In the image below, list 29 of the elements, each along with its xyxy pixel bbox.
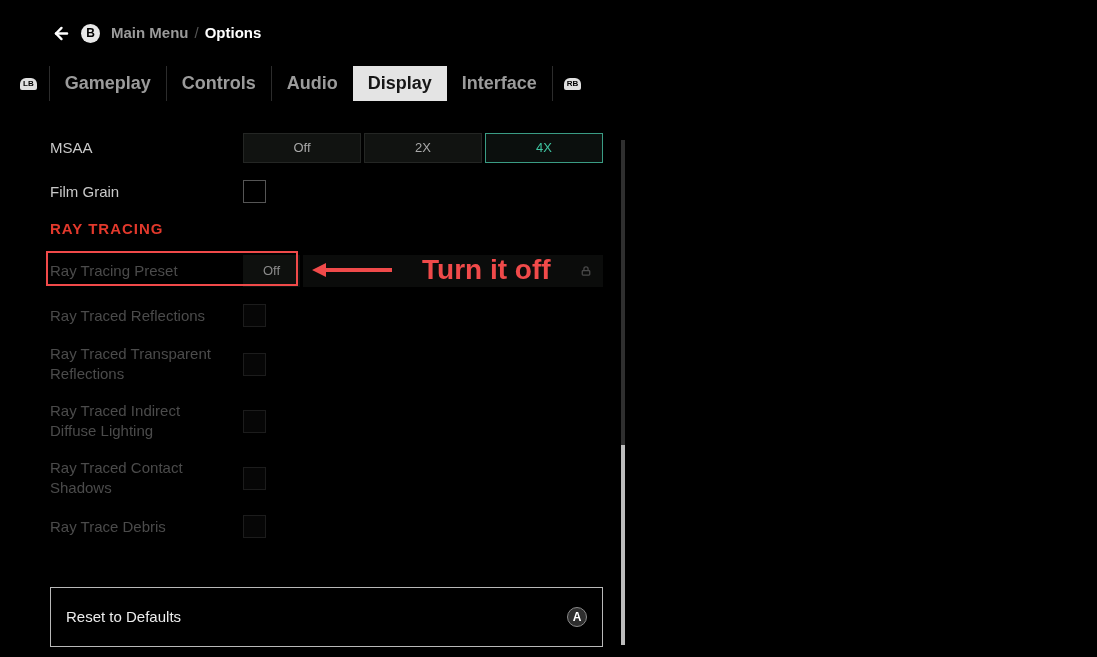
tab[interactable]: Audio (271, 66, 353, 101)
setting-label: Ray Tracing Preset (50, 261, 178, 281)
breadcrumb-separator: / (194, 22, 199, 43)
annotation-text: Turn it off (422, 253, 551, 287)
scrollbar[interactable] (621, 140, 625, 645)
tab[interactable]: Controls (166, 66, 271, 101)
setting-label: Ray Traced Indirect Diffuse Lighting (50, 401, 182, 441)
breadcrumb-item: Options (204, 22, 262, 43)
tab[interactable]: Display (352, 66, 447, 101)
setting-label: Ray Traced Transparent Reflections (50, 344, 212, 384)
segment-option[interactable]: 2X (364, 133, 482, 163)
segment-option[interactable]: 4X (485, 133, 603, 163)
setting-label: Ray Trace Debris (50, 516, 166, 537)
tab[interactable]: Gameplay (49, 66, 166, 101)
key-hint: A (567, 607, 587, 627)
setting-label: Ray Traced Reflections (50, 305, 206, 326)
reset-to-defaults-button[interactable]: Reset to Defaults A (50, 587, 603, 647)
key-hint: B (81, 23, 100, 43)
breadcrumb-item[interactable]: Main Menu (111, 21, 189, 45)
tab[interactable]: Interface (446, 66, 552, 101)
shoulder-key-hint: RB (563, 77, 582, 90)
setting-label: Ray Traced Contact Shadows (50, 458, 184, 498)
left-arrow-icon (312, 263, 392, 277)
shoulder-key-hint: LB (20, 77, 37, 90)
segment-option[interactable]: Off (243, 133, 361, 163)
checkbox[interactable] (243, 180, 266, 203)
setting-label: MSAA (50, 138, 93, 158)
setting-label: Film Grain (50, 181, 120, 202)
section-heading: RAY TRACING (50, 218, 164, 239)
